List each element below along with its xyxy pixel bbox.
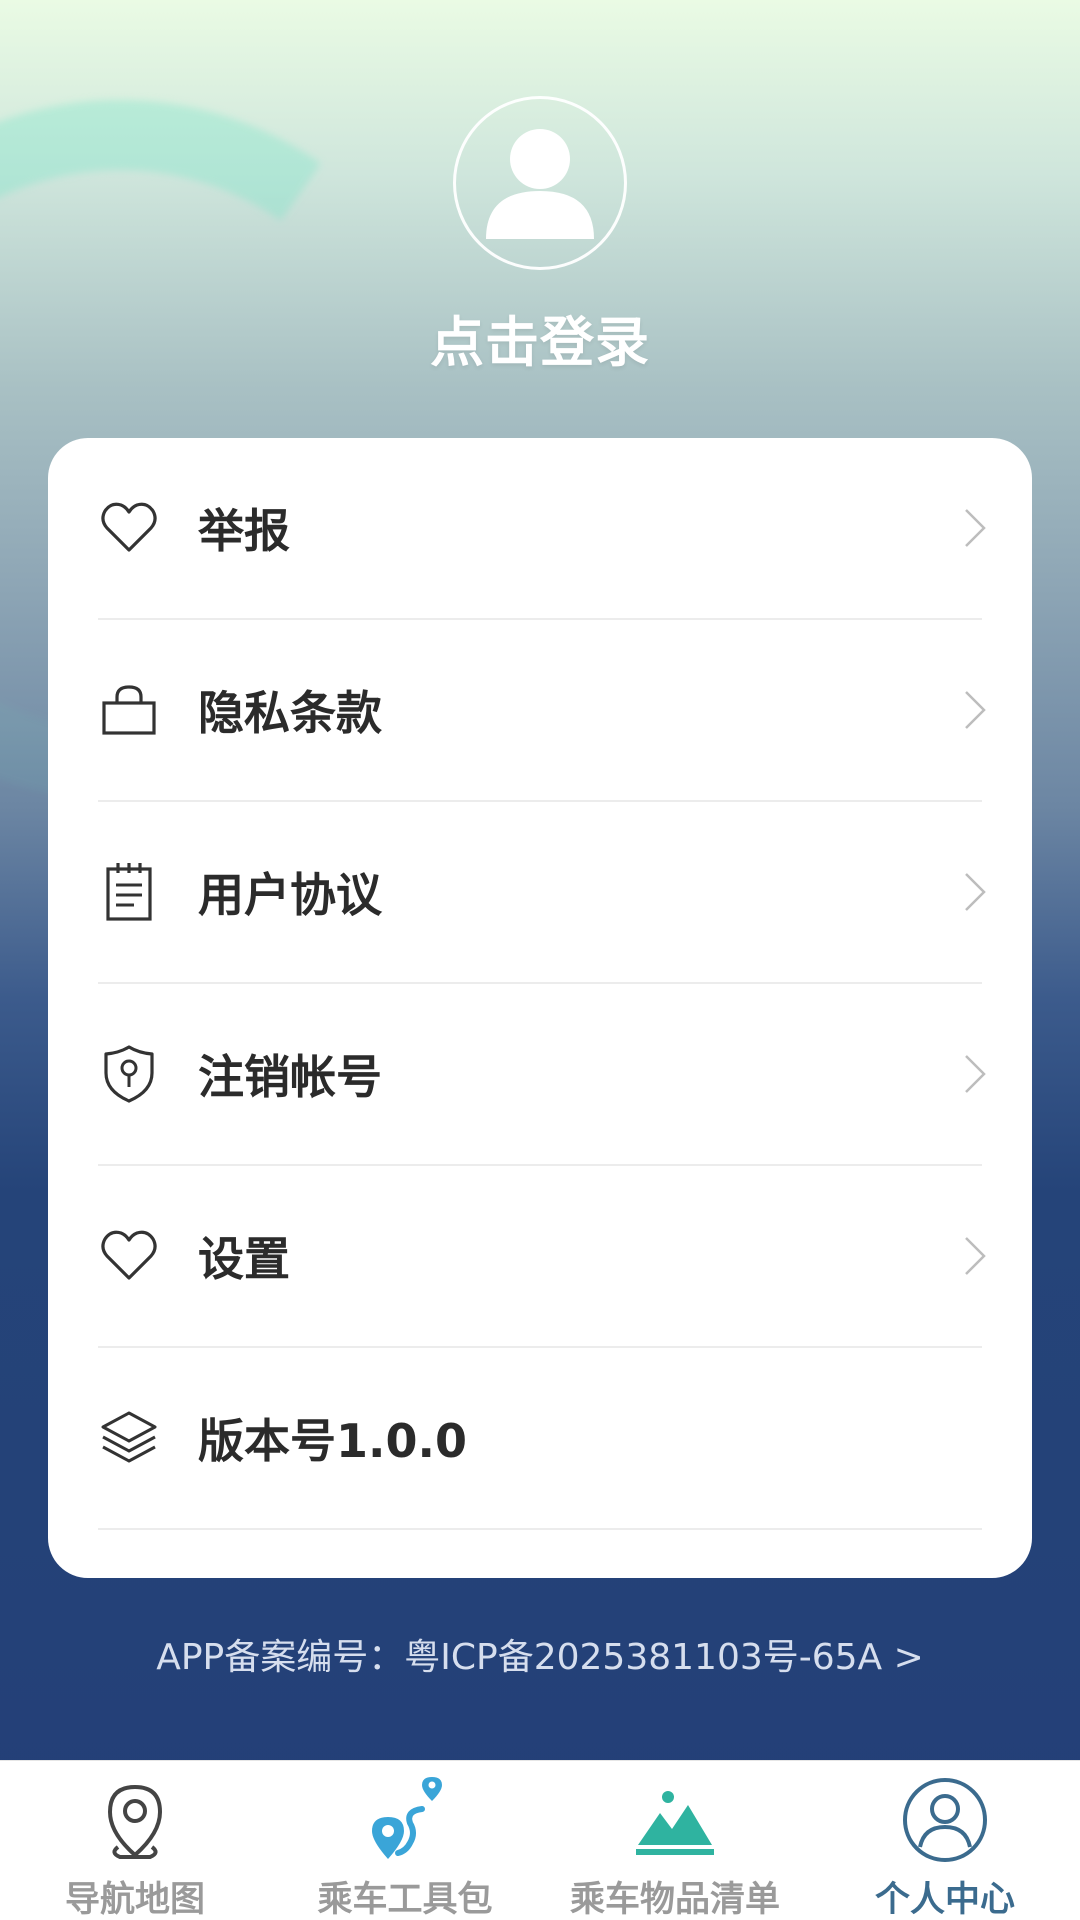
profile-screen: 点击登录 举报 隐私条款 用户协议 注销帐号 设置 版本号1.0.0 APP备案…	[0, 0, 1080, 1920]
tab-ride-checklist[interactable]: 乘车物品清单	[540, 1761, 810, 1920]
chevron-right-icon	[965, 1055, 986, 1093]
layers-icon	[98, 1407, 160, 1469]
menu-item-privacy[interactable]: 隐私条款	[98, 620, 986, 802]
shield-key-icon	[98, 1043, 160, 1105]
tab-ride-toolkit[interactable]: 乘车工具包	[270, 1761, 540, 1920]
menu-card: 举报 隐私条款 用户协议 注销帐号 设置 版本号1.0.0	[48, 438, 1032, 1578]
menu-item-report[interactable]: 举报	[98, 438, 986, 620]
chevron-right-icon	[965, 691, 986, 729]
chevron-right-icon	[965, 1237, 986, 1275]
mountain-icon	[630, 1775, 720, 1865]
menu-item-label: 设置	[198, 1232, 290, 1286]
tab-personal-center[interactable]: 个人中心	[810, 1761, 1080, 1920]
route-icon	[360, 1775, 450, 1865]
tab-navigation-map[interactable]: 导航地图	[0, 1761, 270, 1920]
tab-label: 导航地图	[64, 1880, 205, 1920]
tab-label: 乘车物品清单	[569, 1880, 780, 1920]
menu-item-label: 注销帐号	[198, 1050, 382, 1104]
chevron-right-icon	[965, 509, 986, 547]
menu-item-label: 隐私条款	[198, 686, 382, 740]
menu-item-user-agreement[interactable]: 用户协议	[98, 802, 986, 984]
login-button[interactable]: 点击登录	[0, 298, 1080, 377]
heart-icon	[98, 497, 160, 559]
menu-item-delete-account[interactable]: 注销帐号	[98, 984, 986, 1166]
heart-icon	[98, 1225, 160, 1287]
user-circle-icon	[900, 1775, 990, 1865]
tab-label: 个人中心	[874, 1880, 1015, 1920]
document-icon	[98, 861, 160, 923]
version-label: 版本号1.0.0	[198, 1414, 467, 1468]
bottom-tab-bar: 导航地图 乘车工具包 乘车物品清单 个人中心	[0, 1760, 1080, 1920]
map-pin-icon	[90, 1775, 180, 1865]
user-avatar-icon	[486, 129, 594, 239]
profile-header: 点击登录	[0, 96, 1080, 377]
menu-item-label: 举报	[198, 504, 290, 558]
icp-record-link[interactable]: APP备案编号：粤ICP备2025381103号-65A >	[0, 1628, 1080, 1680]
menu-item-settings[interactable]: 设置	[98, 1166, 986, 1348]
chevron-right-icon	[965, 873, 986, 911]
avatar[interactable]	[453, 96, 627, 270]
menu-item-version: 版本号1.0.0	[98, 1348, 982, 1530]
menu-item-label: 用户协议	[198, 868, 382, 922]
bag-icon	[98, 679, 160, 741]
tab-label: 乘车工具包	[317, 1880, 493, 1920]
